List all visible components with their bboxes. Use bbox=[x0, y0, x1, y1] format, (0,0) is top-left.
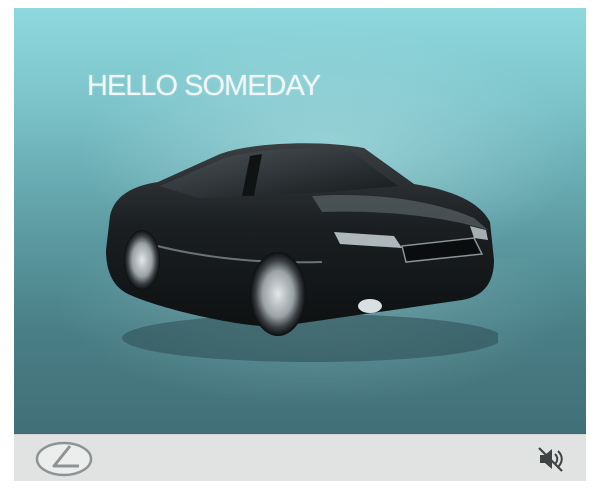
ad-control-bar bbox=[14, 434, 586, 481]
ad-hero-panel[interactable]: HELLO SOMEDAY bbox=[14, 8, 586, 434]
car-image bbox=[106, 143, 498, 362]
car-fog-light bbox=[358, 299, 382, 313]
car-front-wheel bbox=[250, 252, 306, 336]
ad-headline: HELLO SOMEDAY bbox=[87, 70, 321, 102]
speaker-muted-icon[interactable] bbox=[534, 443, 566, 475]
lexus-logo-icon[interactable] bbox=[32, 439, 96, 479]
video-ad-frame: HELLO SOMEDAY bbox=[14, 8, 586, 481]
car-rear-wheel bbox=[124, 230, 160, 290]
